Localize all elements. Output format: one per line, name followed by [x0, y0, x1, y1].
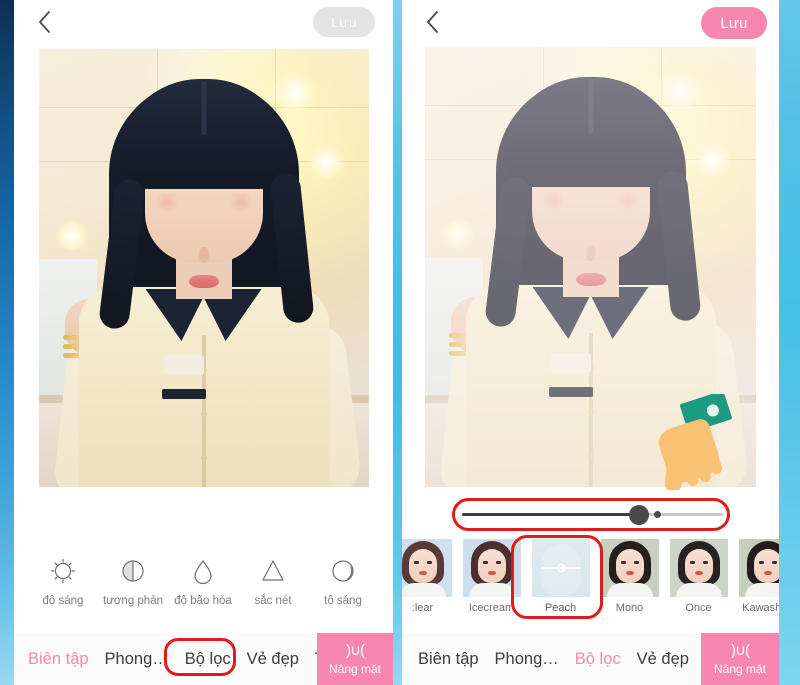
right-phone-panel: Lưu:lear Icecream Peach Mono Once Kawas…: [402, 0, 779, 685]
facelift-icon: )∪(: [731, 641, 750, 659]
contrast-half-circle-icon: [116, 554, 150, 588]
facelift-button[interactable]: )∪( Nâng mặt: [317, 633, 393, 685]
adjust-tool-label: độ bão hòa: [174, 595, 232, 607]
highlight-circle-icon: [326, 554, 360, 588]
chevron-left-icon: [426, 11, 439, 33]
filter-item-mono[interactable]: Mono: [595, 539, 664, 614]
right-edge-decoration: [779, 0, 800, 685]
blush-right: [613, 191, 642, 209]
tab-bien-tap[interactable]: Biên tập: [410, 650, 487, 669]
ceiling-light: [693, 143, 731, 177]
shirt-button: [587, 409, 594, 415]
filter-item-peach[interactable]: Peach: [526, 539, 595, 614]
app-header-right: Lưu: [402, 0, 779, 44]
tab-phong[interactable]: Phong…: [487, 650, 567, 669]
screenshot-root: Lưu độ sáng tương phản độ bão hòa sắc né…: [0, 0, 800, 685]
pointing-hand-cursor: [652, 390, 748, 493]
brightness-sun-icon: [46, 554, 80, 588]
badge: [548, 387, 593, 397]
chevron-left-icon: [38, 11, 51, 33]
filter-thumbnail: [669, 539, 728, 597]
left-edge-decoration: [0, 0, 14, 685]
filter-item-once[interactable]: Once: [664, 539, 733, 614]
filter-label: :lear: [411, 602, 434, 614]
ceiling-light: [270, 73, 317, 113]
facelift-label: Nâng mặt: [328, 661, 382, 676]
photo-scene: [38, 49, 369, 487]
slider-thumb[interactable]: [629, 504, 650, 525]
app-header-left: Lưu: [14, 0, 393, 44]
shirt-button: [200, 455, 207, 461]
adjust-tool-label: tương phản: [102, 595, 163, 607]
save-button[interactable]: Lưu: [701, 7, 767, 39]
name-tag: [550, 353, 591, 373]
nose: [199, 247, 208, 263]
filter-intensity-slider[interactable]: [402, 494, 779, 534]
filter-thumbnail: [462, 539, 521, 597]
filter-thumbnail: [600, 539, 659, 597]
ceiling-light: [54, 221, 89, 251]
tab-ve-dep[interactable]: Vẻ đẹp: [239, 650, 307, 669]
blush-right: [226, 193, 255, 211]
adjust-tool-vignette[interactable]: bór: [378, 551, 393, 607]
sharpness-triangle-icon: [256, 554, 290, 588]
adjust-tool-contrast[interactable]: tương phản: [98, 551, 168, 607]
shirt-button: [587, 453, 594, 459]
filter-label: Mono: [615, 602, 644, 614]
hair-part: [588, 79, 593, 133]
blush-left: [539, 191, 568, 209]
blush-left: [152, 193, 181, 211]
slider-fill: [462, 513, 640, 516]
tab-bien-tap[interactable]: Biên tập: [20, 650, 97, 669]
facelift-label: Nâng mặt: [713, 661, 767, 676]
back-button[interactable]: [418, 8, 446, 36]
facelift-button[interactable]: )∪( Nâng mặt: [701, 633, 779, 685]
adjust-tool-label: sắc nét: [254, 595, 292, 607]
filter-label: Kawashim: [742, 602, 779, 614]
filter-thumbnail-selected: [531, 539, 590, 597]
adjust-tool-label: độ sáng: [42, 595, 84, 607]
filter-label: Icecream: [468, 602, 515, 614]
nose: [586, 245, 595, 261]
filter-thumbnail: [738, 539, 779, 597]
tab-ve-dep[interactable]: Vẻ đẹp: [629, 650, 697, 669]
filter-thumbnail: [402, 539, 452, 597]
hair-part: [201, 81, 206, 135]
back-button[interactable]: [30, 8, 58, 36]
thumbnail-slider-knob: [556, 563, 565, 573]
filter-item-kawashim[interactable]: Kawashim: [733, 539, 779, 614]
tab-bo-loc[interactable]: Bộ lọc: [567, 650, 629, 669]
ceiling-light: [441, 219, 475, 249]
filter-item-clear[interactable]: :lear: [402, 539, 457, 614]
adjust-tool-brightness[interactable]: độ sáng: [28, 551, 98, 607]
photo-preview[interactable]: [38, 49, 369, 487]
left-phone-panel: Lưu độ sáng tương phản độ bão hòa sắc né…: [14, 0, 393, 685]
adjust-tool-saturation[interactable]: độ bão hòa: [168, 551, 238, 607]
adjust-tool-highlight[interactable]: tô sáng: [308, 551, 378, 607]
lips: [188, 275, 219, 288]
filter-item-icecream[interactable]: Icecream: [457, 539, 526, 614]
name-tag: [163, 355, 204, 375]
facelift-icon: )∪(: [346, 641, 365, 659]
filter-label: Once: [685, 602, 712, 614]
adjust-tool-row: độ sáng tương phản độ bão hòa sắc nét tô…: [14, 551, 393, 623]
tab-bo-loc[interactable]: Bộ lọc: [177, 650, 239, 669]
save-button[interactable]: Lưu: [313, 7, 375, 37]
lips: [575, 273, 606, 286]
filter-label: Peach: [544, 602, 577, 614]
slider-track[interactable]: [462, 504, 723, 525]
ceiling-light: [657, 71, 703, 111]
tab-phong[interactable]: Phong…: [97, 650, 177, 669]
badge: [161, 389, 206, 399]
shirt-button: [200, 411, 207, 417]
adjust-tool-sharpness[interactable]: sắc nét: [238, 551, 308, 607]
adjust-tool-label: tô sáng: [324, 595, 362, 607]
saturation-droplet-icon: [186, 554, 220, 588]
panel-divider: [393, 0, 402, 685]
ceiling-light: [306, 145, 345, 179]
slider-midpoint: [653, 511, 661, 518]
filter-thumbnail-row: :lear Icecream Peach Mono Once Kawash: [402, 539, 779, 621]
